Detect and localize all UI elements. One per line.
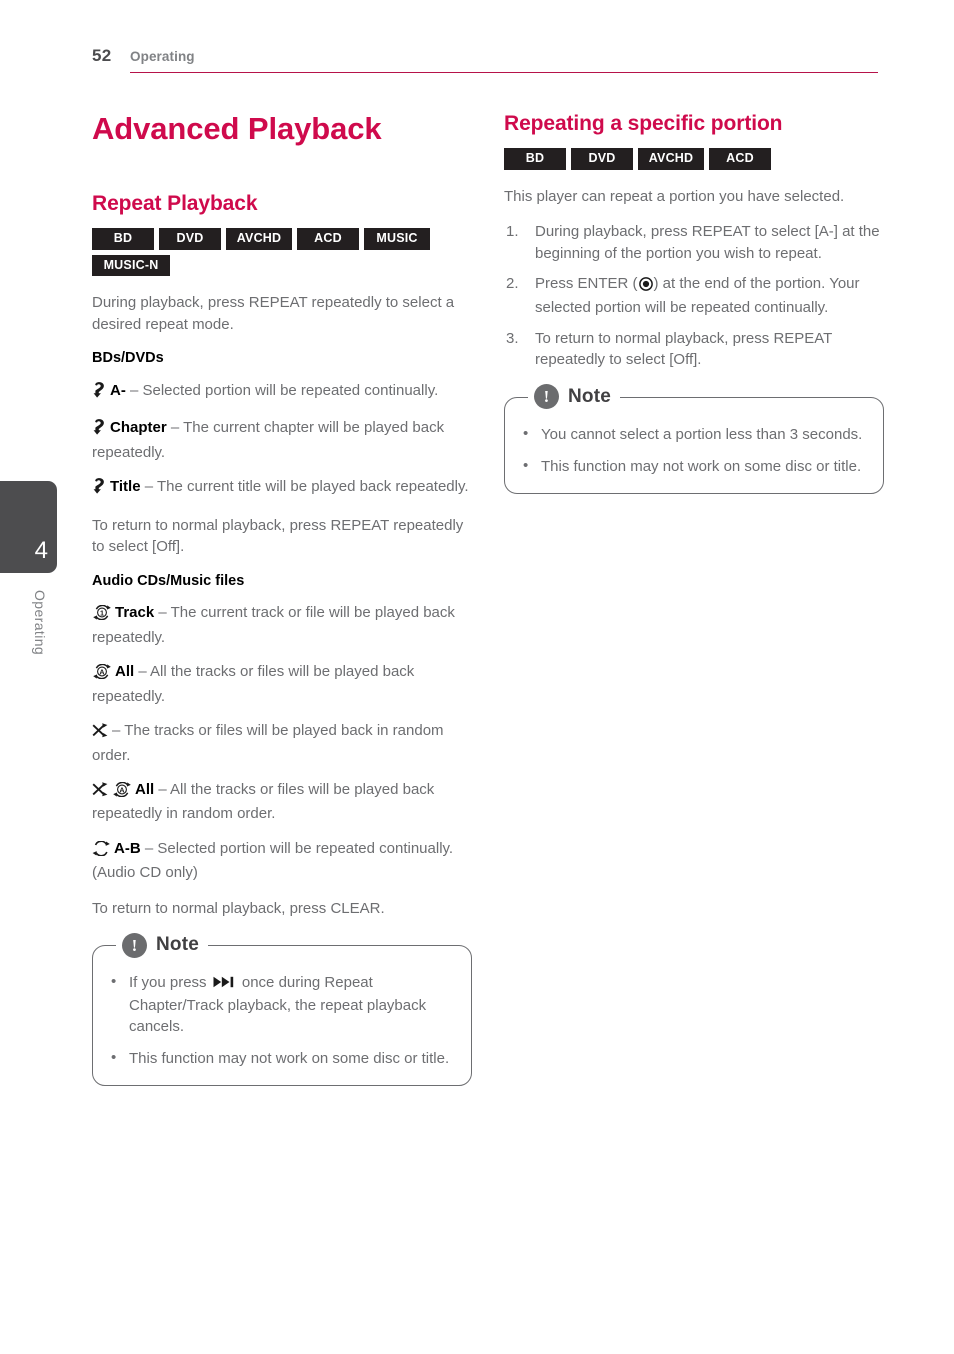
section-heading-repeat-playback: Repeat Playback (92, 192, 258, 216)
repeat-mode-description: – Selected portion will be repeated cont… (92, 839, 454, 882)
page-header: 52 Operating (92, 46, 878, 76)
repeat-track-one-icon: 1 (92, 605, 112, 626)
media-badge-avchd: AVCHD (226, 228, 292, 250)
media-badge-acd: ACD (709, 148, 771, 170)
step-item: During playback, press REPEAT to select … (504, 221, 884, 264)
svg-text:1: 1 (100, 609, 104, 618)
repeat-mode-label: All (115, 663, 135, 681)
repeat-ab-icon (92, 840, 111, 862)
note-right-header: ! Note (528, 383, 621, 410)
repeat-mode-description: – All the tracks or files will be played… (92, 663, 415, 705)
repeat-mode-item: Title – The current title will be played… (92, 476, 472, 500)
note-left-items: If you press once during Repeat Chapter/… (107, 971, 453, 1069)
note-item: This function may not work on some disc … (519, 455, 865, 477)
repeat-mode-description: – Selected portion will be repeated cont… (125, 381, 439, 399)
repeat-mode-item: A All – All the tracks or files will be p… (92, 661, 472, 707)
left-column: Advanced Playback Repeat Playback BD DVD A… (92, 111, 472, 1087)
media-badge-dvd: DVD (159, 228, 221, 250)
media-badge-row-repeat-playback: BD DVD AVCHD ACD MUSIC MUSIC-N (92, 228, 472, 277)
note-right-title: Note (568, 385, 612, 407)
note-box-left: If you press once during Repeat Chapter/… (92, 932, 472, 1087)
repeat-mode-description: – The tracks or files will be played bac… (92, 722, 444, 764)
note-box-right: You cannot select a portion less than 3 … (504, 383, 884, 495)
repeat-mode-label: Chapter (110, 419, 167, 437)
repeat-intro-text: During playback, press REPEAT repeatedly… (92, 294, 455, 333)
repeat-mode-item: Chapter – The current chapter will be pl… (92, 417, 472, 463)
media-badge-dvd: DVD (571, 148, 633, 170)
step-text: During playback, press REPEAT to select … (535, 223, 880, 262)
media-badge-music-n: MUSIC-N (92, 254, 170, 277)
note-item-text: If you press (129, 974, 211, 992)
media-badge-row-repeating-portion: BD DVD AVCHD ACD (504, 148, 884, 170)
step-text: To return to normal playback, press REPE… (535, 329, 833, 369)
repeat-mode-item: A- – Selected portion will be repeated c… (92, 380, 472, 404)
enter-button-icon (638, 276, 653, 297)
chapter-tab: 4 (0, 481, 57, 573)
header-section-label: Operating (130, 49, 195, 64)
repeat-mode-label: A-B (114, 839, 141, 857)
note-item-text: This function may not work on some disc … (541, 458, 862, 475)
repeat-mode-item: A-B – Selected portion will be repeated … (92, 838, 472, 884)
repeat-mode-label: Track (115, 604, 155, 622)
repeating-portion-intro: This player can repeat a portion you hav… (504, 187, 845, 205)
media-badge-music: MUSIC (364, 228, 430, 250)
exclamation-icon: ! (122, 932, 147, 958)
repeat-mode-item: A All – All the tracks or files will be p… (92, 779, 472, 825)
shuffle-icon (92, 782, 109, 803)
return-normal-playback-text-2: To return to normal playback, press CLEA… (92, 899, 385, 917)
repeat-mode-item: – The tracks or files will be played bac… (92, 720, 472, 766)
note-left-title: Note (156, 934, 200, 956)
repeat-mode-label: Title (110, 478, 141, 496)
repeat-mode-item: 1 Track – The current track or file will … (92, 602, 472, 648)
media-badge-bd: BD (92, 228, 154, 250)
repeat-loop-icon (92, 418, 107, 441)
step-text: Press ENTER ( (535, 274, 638, 292)
repeat-mode-label: A- (110, 381, 126, 399)
note-left-header: ! Note (116, 932, 209, 959)
media-badge-acd: ACD (297, 228, 359, 250)
repeat-loop-icon (92, 477, 107, 500)
chapter-number: 4 (34, 537, 48, 564)
exclamation-icon: ! (534, 384, 559, 410)
svg-text:A: A (119, 786, 124, 795)
media-badge-bd: BD (504, 148, 566, 170)
svg-text:A: A (99, 668, 104, 677)
step-item: To return to normal playback, press REPE… (504, 328, 884, 371)
note-item-text: This function may not work on some disc … (129, 1050, 450, 1068)
repeat-mode-description: – The current title will be played back … (140, 478, 469, 496)
repeat-mode-label: All (135, 781, 155, 799)
section-heading-repeating-portion: Repeating a specific portion (504, 112, 783, 135)
right-column: Repeating a specific portion BD DVD AVCHD A… (504, 112, 884, 495)
page-number: 52 (92, 46, 112, 65)
skip-forward-icon (213, 973, 236, 994)
page-title: Advanced Playback (92, 111, 382, 146)
note-item-text: You cannot select a portion less than 3 … (541, 425, 863, 443)
subheading-bds-dvds: BDs/DVDs (92, 350, 164, 367)
repeat-loop-icon (92, 381, 107, 404)
repeat-mode-list-bd: A- – Selected portion will be repeated c… (92, 380, 472, 501)
note-right-items: You cannot select a portion less than 3 … (519, 423, 865, 478)
chapter-tab-label: Operating (32, 590, 48, 656)
step-item: Press ENTER () at the end of the portion… (504, 273, 884, 319)
repeat-all-icon: A (92, 663, 112, 685)
shuffle-icon (92, 723, 109, 744)
header-rule (130, 72, 878, 74)
subheading-audio-cds-music-files: Audio CDs/Music files (92, 572, 245, 589)
media-badge-avchd: AVCHD (638, 148, 704, 170)
return-normal-playback-text-1: To return to normal playback, press REPE… (92, 516, 464, 556)
repeating-portion-steps: During playback, press REPEAT to select … (504, 221, 884, 371)
note-item: If you press once during Repeat Chapter/… (107, 971, 453, 1037)
repeat-mode-list-cd: 1 Track – The current track or file will … (92, 602, 472, 883)
repeat-all-icon: A (112, 781, 132, 803)
note-item: This function may not work on some disc … (107, 1047, 453, 1069)
note-item: You cannot select a portion less than 3 … (519, 423, 865, 445)
